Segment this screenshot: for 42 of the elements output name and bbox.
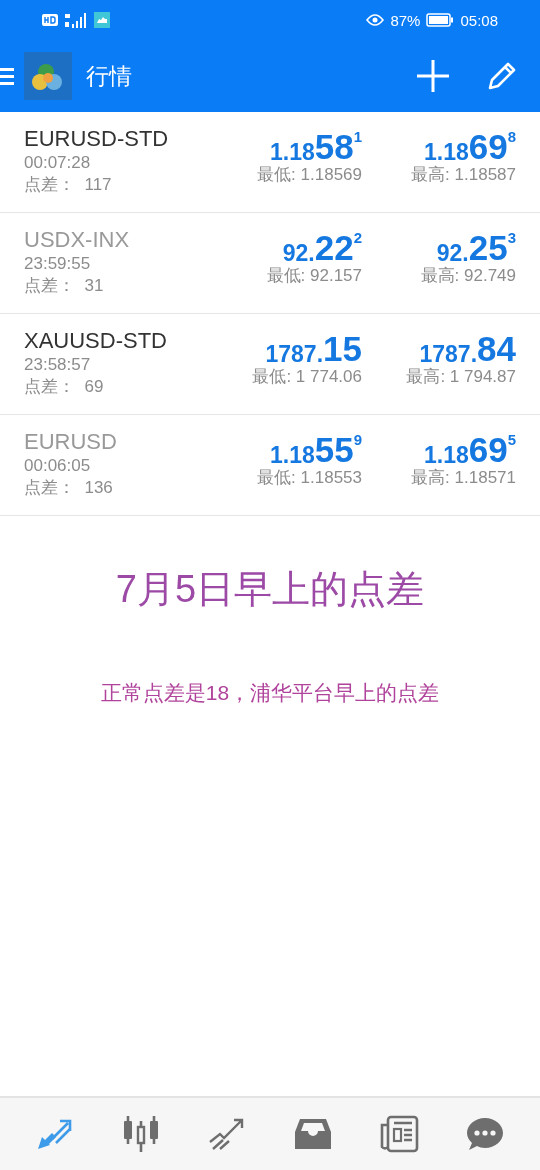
low-price: 最低: 1.18569 [257,164,362,186]
screen-title: 行情 [86,61,132,91]
spread-text: 点差： 136 [24,477,114,499]
symbol-name: XAUUSD-STD [24,328,168,354]
spread-text: 点差： 69 [24,376,105,398]
quote-row[interactable]: XAUUSD-STD 23:58:57 点差： 69 1787.15 最低: 1 774.06 1787.84 最高: 1 794.87 [0,314,540,415]
spread-text: 点差： 31 [24,275,105,297]
menu-icon[interactable] [0,66,14,86]
battery-percent: 87% [390,11,421,29]
eye-icon [366,14,385,26]
high-price: 最高: 1 794.87 [406,366,516,388]
ask-price: 1787.84 [419,328,516,366]
low-price: 最低: 1 774.06 [252,366,362,388]
quote-time: 00:07:28 [24,152,92,174]
quote-time: 00:06:05 [24,455,92,477]
app-notification-icon [94,12,110,28]
edit-icon[interactable] [486,60,518,92]
symbol-name: EURUSD-STD [24,126,170,152]
low-price: 最低: 1.18553 [257,467,362,489]
annotation-heading: 7月5日早上的点差 [115,567,425,612]
newspaper-icon [378,1115,419,1153]
signal-icon [64,12,88,28]
annotation-text: 正常点差是18，浦华平台早上的点差 [99,680,441,706]
hd-icon [42,13,58,27]
symbol-name: EURUSD [24,429,118,455]
quote-time: 23:58:57 [24,354,92,376]
clock-time: 05:08 [460,11,498,29]
symbol-name: USDX-INX [24,227,131,253]
quote-time: 23:59:55 [24,253,92,275]
candlestick-icon [121,1115,161,1153]
battery-icon [426,13,455,27]
add-icon[interactable] [416,59,450,93]
bid-price: 1787.15 [265,328,362,366]
low-price: 最低: 92.157 [266,265,362,287]
high-price: 最高: 1.18587 [411,164,516,186]
app-logo-icon [24,52,72,100]
high-price: 最高: 92.749 [420,265,516,287]
inbox-icon [293,1117,332,1151]
chat-icon [466,1116,505,1152]
high-price: 最高: 1.18571 [411,467,516,489]
spread-text: 点差： 117 [24,174,113,196]
arrows-icon [35,1117,74,1151]
